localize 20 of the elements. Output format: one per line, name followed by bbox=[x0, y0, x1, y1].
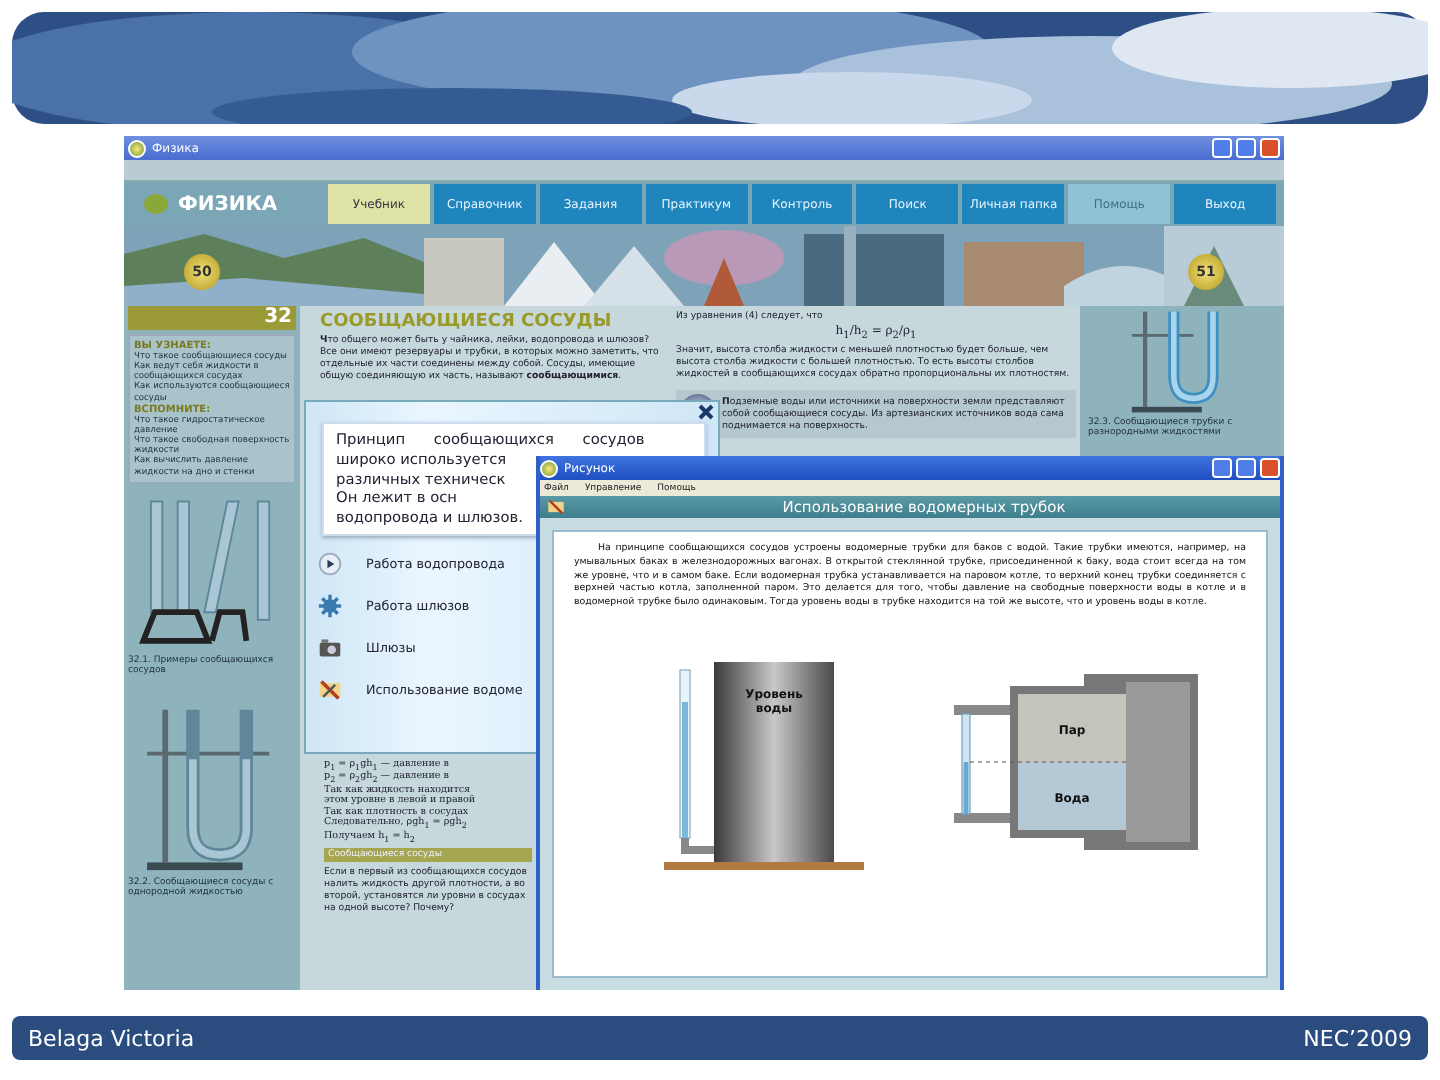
minimize-button[interactable] bbox=[1212, 458, 1232, 478]
event-name: NEC’2009 bbox=[1303, 1025, 1412, 1051]
camera-icon bbox=[318, 635, 342, 660]
globe-icon bbox=[144, 194, 168, 214]
maximize-button[interactable] bbox=[1236, 458, 1256, 478]
app-logo: ФИЗИКА bbox=[178, 193, 278, 215]
page-number-bar: 32 bbox=[128, 306, 296, 330]
tools-icon bbox=[318, 677, 342, 702]
author-name: Belaga Victoria bbox=[28, 1025, 195, 1051]
close-icon[interactable] bbox=[698, 404, 714, 420]
close-button[interactable] bbox=[1260, 138, 1280, 158]
app-icon bbox=[540, 459, 558, 477]
gear-icon bbox=[318, 593, 342, 618]
play-icon bbox=[318, 551, 342, 576]
minimize-button[interactable] bbox=[1212, 138, 1232, 158]
tools-icon bbox=[546, 498, 566, 516]
close-button[interactable] bbox=[1260, 458, 1280, 478]
page-title: СООБЩАЮЩИЕСЯ СОСУДЫ bbox=[320, 312, 614, 332]
maximize-button[interactable] bbox=[1236, 138, 1256, 158]
app-icon bbox=[128, 139, 146, 157]
